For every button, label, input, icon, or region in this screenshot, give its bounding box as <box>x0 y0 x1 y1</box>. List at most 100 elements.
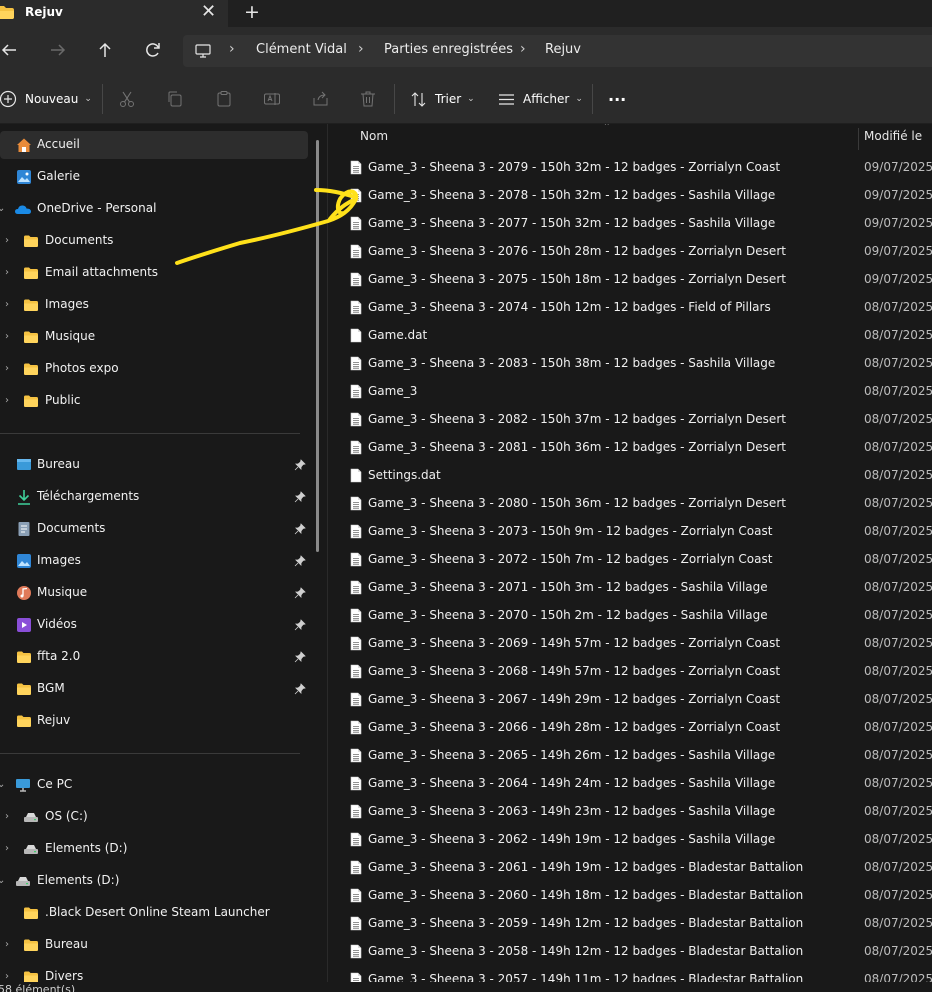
file-icon <box>350 580 362 595</box>
new-button[interactable]: Nouveau ⌄ <box>0 88 92 110</box>
chevron-down-icon[interactable]: ⌄ <box>0 203 5 214</box>
file-row[interactable]: Game_3 - Sheena 3 - 2067 - 149h 29m - 12… <box>328 685 932 713</box>
file-modified-date: 09/07/2025 04 <box>864 160 932 174</box>
pin-icon[interactable] <box>294 651 306 663</box>
new-tab-button[interactable]: + <box>244 1 260 23</box>
file-row[interactable]: Game_3 - Sheena 3 - 2071 - 150h 3m - 12 … <box>328 573 932 601</box>
sidebar-item-pc[interactable]: › OS (C:) <box>0 803 308 831</box>
file-row[interactable]: Game.dat 08/07/2025 16 <box>328 321 932 349</box>
file-row[interactable]: Game_3 - Sheena 3 - 2078 - 150h 32m - 12… <box>328 181 932 209</box>
pin-icon[interactable] <box>294 523 306 535</box>
file-row[interactable]: Game_3 - Sheena 3 - 2065 - 149h 26m - 12… <box>328 741 932 769</box>
chevron-down-icon[interactable]: ⌄ <box>0 875 5 886</box>
breadcrumb-user[interactable]: Clément Vidal <box>256 42 347 57</box>
back-arrow-icon[interactable] <box>0 40 20 60</box>
pin-icon[interactable] <box>294 587 306 599</box>
sidebar-item-pinned[interactable]: Documents <box>0 515 308 543</box>
sidebar-item-onedrive-child[interactable]: › Photos expo <box>0 355 308 383</box>
file-row[interactable]: Game_3 - Sheena 3 - 2070 - 150h 2m - 12 … <box>328 601 932 629</box>
column-header-modified[interactable]: Modifié le <box>864 129 922 143</box>
copy-icon[interactable] <box>166 88 184 110</box>
file-row[interactable]: Game_3 - Sheena 3 - 2080 - 150h 36m - 12… <box>328 489 932 517</box>
close-tab-button[interactable]: ✕ <box>201 2 216 22</box>
sidebar-item-pinned[interactable]: ffta 2.0 <box>0 643 308 671</box>
refresh-icon[interactable] <box>143 40 163 60</box>
forward-arrow-icon[interactable] <box>47 40 67 60</box>
file-row[interactable]: Game_3 - Sheena 3 - 2079 - 150h 32m - 12… <box>328 153 932 181</box>
file-row[interactable]: Game_3 - Sheena 3 - 2059 - 149h 12m - 12… <box>328 909 932 937</box>
file-row[interactable]: Game_3 - Sheena 3 - 2074 - 150h 12m - 12… <box>328 293 932 321</box>
chevron-right-icon[interactable]: › <box>5 939 9 950</box>
file-modified-date: 08/07/2025 04 <box>864 860 932 874</box>
file-row[interactable]: Game_3 - Sheena 3 - 2068 - 149h 57m - 12… <box>328 657 932 685</box>
more-options-button[interactable]: ··· <box>608 88 626 110</box>
view-button[interactable]: Afficher ⌄ <box>498 88 583 110</box>
breadcrumb-saves[interactable]: Parties enregistrées <box>384 42 513 57</box>
sidebar-item-label: Elements (D:) <box>37 873 120 887</box>
sidebar-item-pinned[interactable]: Vidéos <box>0 611 308 639</box>
file-row[interactable]: Game_3 - Sheena 3 - 2064 - 149h 24m - 12… <box>328 769 932 797</box>
chevron-down-icon[interactable]: ⌄ <box>0 779 5 790</box>
sidebar-item-pinned[interactable]: BGM <box>0 675 308 703</box>
tab-rejuv[interactable]: Rejuv ✕ <box>0 0 228 27</box>
chevron-right-icon[interactable]: › <box>5 843 9 854</box>
pin-icon[interactable] <box>294 459 306 471</box>
paste-icon[interactable] <box>215 88 233 110</box>
column-header-name[interactable]: Nom <box>360 129 388 143</box>
sidebar-item-onedrive-child[interactable]: › Musique <box>0 323 308 351</box>
file-modified-date: 08/07/2025 04 <box>864 692 932 706</box>
file-row[interactable]: Game_3 08/07/2025 16 <box>328 377 932 405</box>
pin-icon[interactable] <box>294 683 306 695</box>
rename-icon[interactable] <box>263 88 281 110</box>
chevron-right-icon[interactable]: › <box>5 363 9 374</box>
file-row[interactable]: Game_3 - Sheena 3 - 2062 - 149h 19m - 12… <box>328 825 932 853</box>
pin-icon[interactable] <box>294 619 306 631</box>
sort-button[interactable]: Trier ⌄ <box>410 88 475 110</box>
file-row[interactable]: Game_3 - Sheena 3 - 2082 - 150h 37m - 12… <box>328 405 932 433</box>
file-row[interactable]: Game_3 - Sheena 3 - 2076 - 150h 28m - 12… <box>328 237 932 265</box>
share-icon[interactable] <box>312 88 330 110</box>
chevron-right-icon[interactable]: › <box>5 235 9 246</box>
file-row[interactable]: Game_3 - Sheena 3 - 2058 - 149h 12m - 12… <box>328 937 932 965</box>
sidebar-item-home[interactable]: Accueil <box>0 131 308 159</box>
chevron-right-icon[interactable]: › <box>5 971 9 982</box>
sidebar-item-onedrive-child[interactable]: › Images <box>0 291 308 319</box>
chevron-right-icon[interactable]: › <box>5 267 9 278</box>
sidebar-item-pinned[interactable]: Rejuv <box>0 707 308 735</box>
sidebar-item-pinned[interactable]: Musique <box>0 579 308 607</box>
sidebar-item-pc[interactable]: ⌄ Elements (D:) <box>0 867 308 895</box>
file-row[interactable]: Game_3 - Sheena 3 - 2073 - 150h 9m - 12 … <box>328 517 932 545</box>
file-row[interactable]: Game_3 - Sheena 3 - 2063 - 149h 23m - 12… <box>328 797 932 825</box>
file-row[interactable]: Game_3 - Sheena 3 - 2075 - 150h 18m - 12… <box>328 265 932 293</box>
file-icon <box>350 468 362 483</box>
chevron-right-icon[interactable]: › <box>5 395 9 406</box>
sidebar-item-pc[interactable]: › Elements (D:) <box>0 835 308 863</box>
file-row[interactable]: Game_3 - Sheena 3 - 2061 - 149h 19m - 12… <box>328 853 932 881</box>
file-row[interactable]: Game_3 - Sheena 3 - 2083 - 150h 38m - 12… <box>328 349 932 377</box>
file-row[interactable]: Game_3 - Sheena 3 - 2066 - 149h 28m - 12… <box>328 713 932 741</box>
sidebar-item-pinned[interactable]: Bureau <box>0 451 308 479</box>
pin-icon[interactable] <box>294 491 306 503</box>
sidebar-item-pinned[interactable]: Téléchargements <box>0 483 308 511</box>
chevron-right-icon[interactable]: › <box>5 331 9 342</box>
address-bar[interactable]: › Clément Vidal › Parties enregistrées ›… <box>183 35 932 67</box>
file-row[interactable]: Game_3 - Sheena 3 - 2077 - 150h 32m - 12… <box>328 209 932 237</box>
file-row[interactable]: Game_3 - Sheena 3 - 2072 - 150h 7m - 12 … <box>328 545 932 573</box>
chevron-right-icon[interactable]: › <box>5 811 9 822</box>
up-arrow-icon[interactable] <box>95 40 115 60</box>
sidebar-item-pc[interactable]: .Black Desert Online Steam Launcher <box>0 899 308 927</box>
file-row[interactable]: Game_3 - Sheena 3 - 2060 - 149h 18m - 12… <box>328 881 932 909</box>
chevron-right-icon[interactable]: › <box>5 299 9 310</box>
file-row[interactable]: Game_3 - Sheena 3 - 2081 - 150h 36m - 12… <box>328 433 932 461</box>
sidebar-item-pc[interactable]: › Bureau <box>0 931 308 959</box>
sidebar-item-pc[interactable]: ⌄ Ce PC <box>0 771 308 799</box>
file-row[interactable]: Settings.dat 08/07/2025 16 <box>328 461 932 489</box>
file-row[interactable]: Game_3 - Sheena 3 - 2069 - 149h 57m - 12… <box>328 629 932 657</box>
delete-icon[interactable] <box>359 88 377 110</box>
breadcrumb-rejuv[interactable]: Rejuv <box>545 42 581 57</box>
sidebar-item-pinned[interactable]: Images <box>0 547 308 575</box>
column-divider[interactable] <box>858 128 859 150</box>
pin-icon[interactable] <box>294 555 306 567</box>
sidebar-item-onedrive-child[interactable]: › Public <box>0 387 308 415</box>
cut-icon[interactable] <box>118 88 136 110</box>
